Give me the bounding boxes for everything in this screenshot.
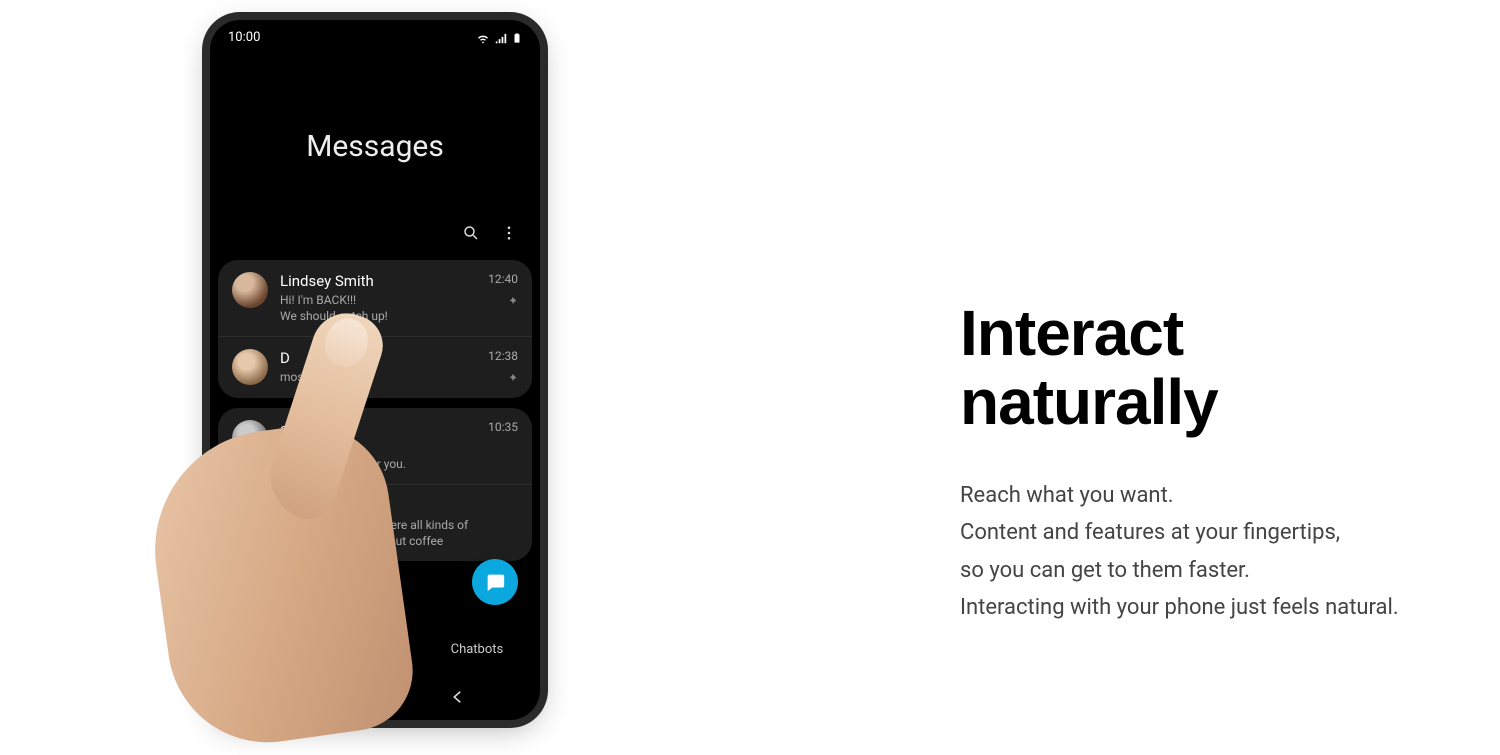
app-title: Messages [210,129,540,164]
tab-contacts[interactable]: Contacts [349,636,409,665]
message-name: Lindsey Smith [280,272,476,290]
compose-button[interactable] [472,559,518,605]
marketing-copy: Interact naturally Reach what you want. … [750,119,1500,627]
status-time: 10:00 [228,30,260,45]
status-icons [476,31,522,45]
message-item[interactable]: Andrew Laycock In the article, there wer… [218,485,532,561]
pin-icon [506,296,518,308]
status-bar: 10:00 [210,20,540,49]
message-name: D [280,349,476,367]
tabs: versations Contacts Chatbots [210,636,540,665]
phone-frame: 10:00 Messages [210,20,540,720]
message-item[interactable]: D most interesting 12:38 [218,337,532,397]
nav-back-icon[interactable] [449,688,467,710]
avatar [232,420,268,456]
avatar [232,272,268,308]
search-icon[interactable] [462,224,480,246]
nav-bar [210,688,540,710]
tab-chatbots[interactable]: Chatbots [447,636,508,665]
battery-icon [512,31,522,45]
message-time: 12:40 [488,272,518,286]
tab-conversations[interactable]: versations [243,636,312,665]
message-time: 10:35 [488,420,518,434]
phone-showcase: 10:00 Messages [0,0,750,745]
message-time: 12:38 [488,349,518,363]
message-item[interactable]: a Gray Alisa! ee what I've got for you. … [218,408,532,485]
wifi-icon [476,31,490,45]
nav-recents-icon[interactable] [283,688,301,710]
message-preview: Hi! I'm BACK!!! We should catch up! [280,292,476,324]
message-name: a Gray [280,420,476,438]
message-item[interactable]: Lindsey Smith Hi! I'm BACK!!! We should … [218,260,532,337]
avatar [232,349,268,385]
conversations-list: Lindsey Smith Hi! I'm BACK!!! We should … [210,260,540,561]
phone-screen: 10:00 Messages [210,20,540,720]
nav-home-icon[interactable] [366,688,384,710]
message-preview: most interesting [280,369,476,385]
toolbar [210,224,540,256]
message-preview: In the article, there were all kinds of … [280,517,518,549]
body-copy: Reach what you want. Content and feature… [960,477,1500,627]
headline: Interact naturally [960,299,1500,437]
message-icon [484,571,506,593]
signal-icon [494,31,508,45]
message-name: Andrew Laycock [280,497,518,515]
message-preview: Alisa! ee what I've got for you. [280,440,476,472]
more-icon[interactable] [500,224,518,246]
pin-icon [506,373,518,385]
